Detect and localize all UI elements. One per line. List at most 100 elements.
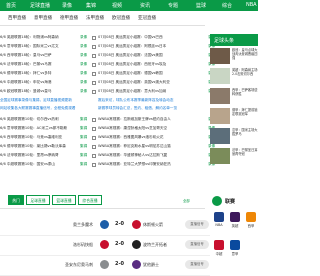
highlight-link[interactable]: 网站收集各大联赛赛事直播信号，全程免费观看: [0, 106, 100, 111]
nav-item-video[interactable]: 视频: [112, 2, 122, 9]
list-item[interactable]: 6/6 欧冠联赛18轮：曼城vs皇马 录像: [0, 88, 100, 96]
list-item-title[interactable]: 07月08日 奥运男足小组赛：中国vs巴西: [98, 35, 198, 40]
list-item-title[interactable]: 6/6 意甲联赛18轮：国际米兰vs尤文: [0, 44, 78, 49]
list-item[interactable]: 6/6 英超联赛第10轮：切尔西vs热刺 集锦: [0, 116, 100, 124]
league-csl[interactable]: 中超: [212, 240, 226, 256]
subnav-seriea[interactable]: 意甲直播: [34, 15, 52, 21]
nav-item-football[interactable]: 足球直播: [30, 2, 50, 9]
away-team[interactable]: 休斯顿火箭: [143, 222, 163, 228]
list-item[interactable]: WNBA常规赛：拉斯维加斯王牌vs纽约自由人录像: [92, 116, 222, 124]
list-item-title[interactable]: WNBA常规赛：亚特兰大梦想vs印第安纳狂热: [98, 162, 198, 167]
news-thumbnail[interactable]: [210, 128, 230, 144]
list-item-title[interactable]: 07月08日 奥运男足小组赛：意大利vs加纳: [98, 89, 198, 94]
tab-hot[interactable]: 热门: [8, 195, 24, 205]
news-thumbnail[interactable]: [210, 148, 230, 164]
list-item[interactable]: 07月08日 奥运男足小组赛：英国vs澳大利亚录像: [92, 79, 222, 87]
list-item-title[interactable]: 6/6 西甲联赛第10轮：马竞vs塞维利亚: [0, 135, 78, 140]
list-item-title[interactable]: 07月08日 奥运男足小组赛：西班牙vs埃及: [98, 62, 198, 67]
list-item[interactable]: 6/6 西甲联赛18轮：皇马vs巴萨 录像: [0, 52, 100, 60]
subnav-ligue1[interactable]: 法甲直播: [86, 15, 104, 21]
highlight-link[interactable]: 新赛季球员转会汇总，签约、租借、解约名单一览: [98, 106, 208, 111]
list-item[interactable]: WNBA常规赛：康涅狄格太阳vs芝加哥天空录像: [92, 125, 222, 133]
list-item-title[interactable]: 6/6 法甲联赛第10轮：里昂vs摩纳哥: [0, 153, 78, 158]
watch-button[interactable]: 直播信号: [185, 260, 209, 269]
watch-button[interactable]: 直播信号: [185, 220, 209, 229]
list-item-title[interactable]: 6/6 意甲联赛第10轮：AC米兰vs那不勒斯: [0, 126, 78, 131]
tab-football[interactable]: 足球直播: [26, 195, 50, 205]
more-link[interactable]: 全部: [183, 198, 190, 203]
list-item-title[interactable]: 6/6 德甲联赛第10轮：莱比锡vs勒沃库森: [0, 144, 78, 149]
home-team[interactable]: 圣安东尼奥马刺: [55, 262, 93, 268]
list-item[interactable]: 6/6 中超联赛18轮：申花vs海港 录像: [0, 79, 100, 87]
list-item-title[interactable]: WNBA常规赛：康涅狄格太阳vs芝加哥天空: [98, 126, 198, 131]
highlight-link[interactable]: 全国足球赛事录像与集锦，足球直播视频更新: [0, 98, 100, 103]
list-item[interactable]: 6/6 中超联赛第10轮：国安vs泰山 集锦: [0, 161, 100, 169]
news-item-title[interactable]: 西甲：巴萨客场逆转获胜: [232, 88, 258, 96]
home-team[interactable]: 奥兰多魔术: [55, 222, 93, 228]
nav-item-topics[interactable]: 专题: [168, 2, 178, 9]
nav-item-highlights[interactable]: 集锦: [86, 2, 96, 9]
highlight-link[interactable]: 赛后采访，球队公布本赛季最新阵容及转会动态: [98, 98, 208, 103]
away-team[interactable]: 波特兰开拓者: [143, 242, 167, 248]
list-item[interactable]: 07月08日 奥运男足小组赛：西班牙vs埃及 录像: [92, 61, 222, 69]
list-item[interactable]: WNBA常规赛：菲尼克斯水星vs明尼苏达山猫 录像: [92, 143, 222, 151]
list-item[interactable]: 6/6 德甲联赛18轮：拜仁vs多特 录像: [0, 70, 100, 78]
list-item[interactable]: 07月08日 奥运男足小组赛：中国vs巴西录像: [92, 34, 222, 42]
list-item[interactable]: WNBA常规赛：亚特兰大梦想vs印第安纳狂热 录像: [92, 161, 222, 169]
list-item-title[interactable]: 07月08日 奥运男足小组赛：法国vs美国: [98, 53, 198, 58]
nav-item-basketball[interactable]: 篮球: [196, 2, 206, 9]
list-item[interactable]: 6/6 意甲联赛18轮：国际米兰vs尤文 录像: [0, 43, 100, 51]
list-item[interactable]: 6/6 德甲联赛第10轮：莱比锡vs勒沃库森 集锦: [0, 143, 100, 151]
tab-other[interactable]: 综合直播: [78, 195, 102, 205]
list-item[interactable]: WNBA常规赛：西雅图风暴vs洛杉矶火花录像: [92, 134, 222, 142]
home-team[interactable]: 洛杉矶快船: [55, 242, 93, 248]
list-item-title[interactable]: 6/6 法甲联赛18轮：巴黎vs马赛: [0, 62, 78, 67]
list-item-title[interactable]: 6/6 西甲联赛18轮：皇马vs巴萨: [0, 53, 78, 58]
list-item[interactable]: 6/6 法甲联赛第10轮：里昂vs摩纳哥 集锦: [0, 152, 100, 160]
list-item-title[interactable]: 6/6 英超联赛18轮：利物浦vs阿森纳: [0, 35, 78, 40]
list-item-title[interactable]: 6/6 德甲联赛18轮：拜仁vs多特: [0, 71, 78, 76]
list-item-title[interactable]: WNBA常规赛：拉斯维加斯王牌vs纽约自由人: [98, 117, 198, 122]
list-item[interactable]: 07月08日 奥运男足小组赛：法国vs美国录像: [92, 52, 222, 60]
subnav-laliga[interactable]: 西甲直播: [8, 15, 26, 21]
list-item[interactable]: 07月08日 奥运男足小组赛：阿根廷vs日本 录像: [92, 43, 222, 51]
list-item[interactable]: 07月08日 奥运男足小组赛：意大利vs加纳录像: [92, 88, 222, 96]
tab-basketball[interactable]: 篮球直播: [52, 195, 76, 205]
nav-item-news[interactable]: 资讯: [140, 2, 150, 9]
list-item[interactable]: 6/6 西甲联赛第10轮：马竞vs塞维利亚 集锦: [0, 134, 100, 142]
list-item-title[interactable]: 6/6 欧冠联赛18轮：曼城vs皇马: [0, 89, 78, 94]
news-thumbnail[interactable]: [210, 68, 230, 84]
list-item-title[interactable]: WNBA常规赛：西雅图风暴vs洛杉矶火花: [98, 135, 198, 140]
news-item-title[interactable]: 欧冠：皇马点球大战淘汰曼城晋级四强: [232, 48, 258, 60]
news-item-title[interactable]: 英超：阿森纳主场2-0击败切尔西: [232, 68, 258, 76]
news-item-title[interactable]: 法甲：巴黎圣日耳曼再夺冠: [232, 148, 258, 156]
list-item[interactable]: 6/6 法甲联赛18轮：巴黎vs马赛 录像: [0, 61, 100, 69]
news-item-title[interactable]: 德甲：拜仁提前锁定联赛冠军: [232, 108, 258, 116]
nav-item-nba[interactable]: NBA: [246, 2, 257, 8]
news-thumbnail[interactable]: [210, 88, 230, 104]
list-item-title[interactable]: 07月08日 奥运男足小组赛：阿根廷vs日本: [98, 44, 198, 49]
league-laliga[interactable]: 西甲: [244, 212, 258, 228]
list-item-title[interactable]: WNBA常规赛：菲尼克斯水星vs明尼苏达山猫: [98, 144, 198, 149]
news-item-title[interactable]: 意甲：国米主场大胜罗马: [232, 128, 258, 136]
list-item[interactable]: 6/6 英超联赛18轮：利物浦vs阿森纳 录像: [0, 34, 100, 42]
list-item-title[interactable]: 6/6 中超联赛18轮：申花vs海港: [0, 80, 78, 85]
list-item-title[interactable]: WNBA常规赛：华盛顿神秘人vs达拉斯飞翼: [98, 153, 198, 158]
list-item[interactable]: 07月08日 奥运男足小组赛：德国vs韩国录像: [92, 70, 222, 78]
subnav-acl[interactable]: 亚冠直播: [138, 15, 156, 21]
list-item-title[interactable]: 07月08日 奥运男足小组赛：德国vs韩国: [98, 71, 198, 76]
list-item-title[interactable]: 6/6 中超联赛第10轮：国安vs泰山: [0, 162, 78, 167]
news-thumbnail[interactable]: [210, 108, 230, 124]
nav-item-other[interactable]: 综合: [222, 2, 232, 9]
news-thumbnail[interactable]: [210, 48, 230, 64]
league-seriea[interactable]: 意甲: [228, 240, 242, 256]
league-epl[interactable]: 英超: [228, 212, 242, 228]
list-item-title[interactable]: 6/6 英超联赛第10轮：切尔西vs热刺: [0, 117, 78, 122]
subnav-ucl[interactable]: 欧冠直播: [112, 15, 130, 21]
watch-button[interactable]: 直播信号: [185, 240, 209, 249]
list-item[interactable]: 6/6 意甲联赛第10轮：AC米兰vs那不勒斯 集锦: [0, 125, 100, 133]
nav-item-home[interactable]: 首页: [6, 2, 16, 9]
league-nba[interactable]: NBA: [212, 212, 226, 227]
nav-item-replay[interactable]: 录像: [62, 2, 72, 9]
away-team[interactable]: 犹他爵士: [143, 262, 159, 268]
